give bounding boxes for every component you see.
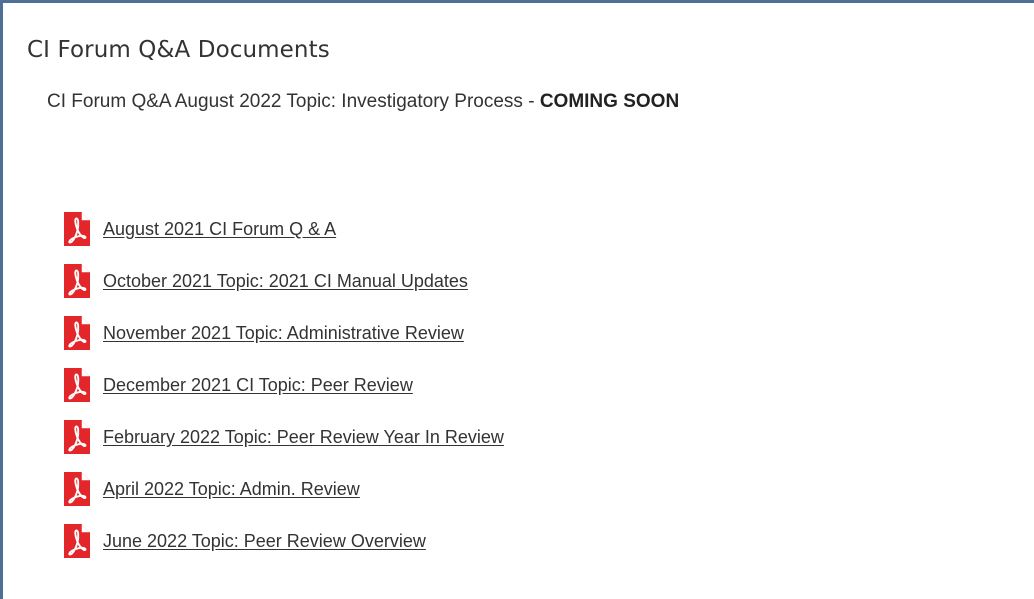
document-link[interactable]: April 2022 Topic: Admin. Review [103,479,360,500]
pdf-icon[interactable] [64,368,90,402]
pdf-icon[interactable] [64,420,90,454]
upcoming-topic-notice: CI Forum Q&A August 2022 Topic: Investig… [47,91,679,113]
document-link[interactable]: August 2021 CI Forum Q & A [103,219,336,240]
pdf-icon[interactable] [64,212,90,246]
pdf-icon[interactable] [64,316,90,350]
coming-soon-badge: COMING SOON [539,91,680,112]
pdf-icon[interactable] [64,472,90,506]
list-item: April 2022 Topic: Admin. Review [64,472,504,506]
page-title: CI Forum Q&A Documents [27,37,330,63]
list-item: October 2021 Topic: 2021 CI Manual Updat… [64,264,504,298]
document-link[interactable]: October 2021 Topic: 2021 CI Manual Updat… [103,271,468,292]
pdf-icon[interactable] [64,264,90,298]
list-item: August 2021 CI Forum Q & A [64,212,504,246]
list-item: February 2022 Topic: Peer Review Year In… [64,420,504,454]
document-link[interactable]: February 2022 Topic: Peer Review Year In… [103,427,504,448]
pdf-icon[interactable] [64,524,90,558]
list-item: December 2021 CI Topic: Peer Review [64,368,504,402]
documents-panel: CI Forum Q&A Documents CI Forum Q&A Augu… [0,0,1034,599]
document-link[interactable]: June 2022 Topic: Peer Review Overview [103,531,426,552]
upcoming-topic-text: CI Forum Q&A August 2022 Topic: Investig… [47,91,540,112]
document-list: August 2021 CI Forum Q & A October 2021 … [64,212,504,576]
list-item: November 2021 Topic: Administrative Revi… [64,316,504,350]
document-link[interactable]: December 2021 CI Topic: Peer Review [103,375,413,396]
document-link[interactable]: November 2021 Topic: Administrative Revi… [103,323,464,344]
list-item: June 2022 Topic: Peer Review Overview [64,524,504,558]
